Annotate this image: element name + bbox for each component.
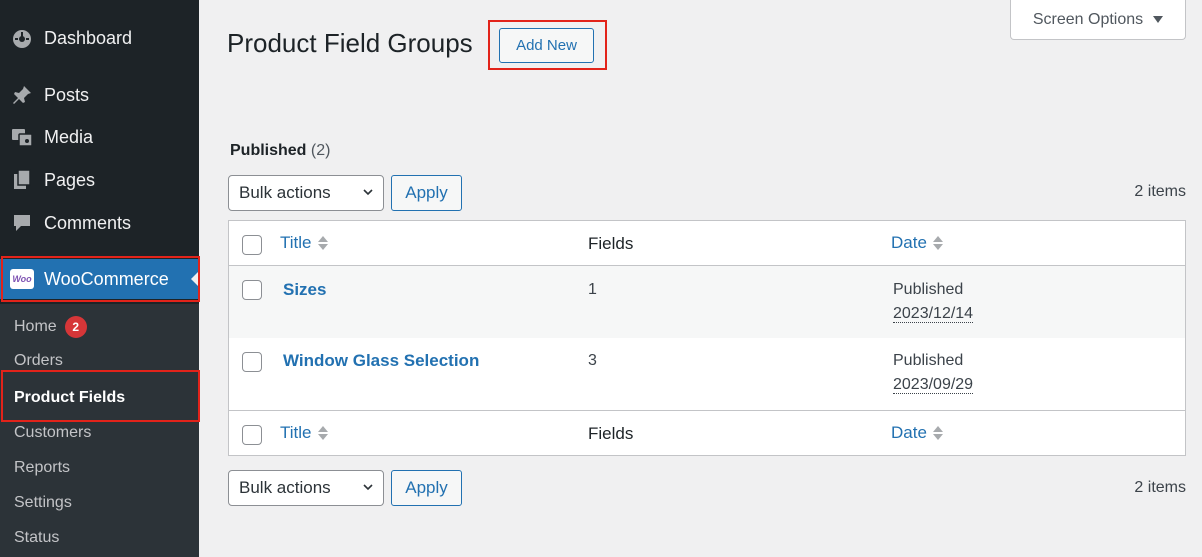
bulk-actions-select-top[interactable]: Bulk actions xyxy=(228,175,384,211)
menu-label-posts: Posts xyxy=(44,84,90,105)
add-new-button[interactable]: Add New xyxy=(499,28,594,63)
submenu-item-settings[interactable]: Settings xyxy=(14,494,72,512)
bulk-actions-select-bottom[interactable]: Bulk actions xyxy=(228,470,384,506)
table-footer-row: Title Fields Date xyxy=(229,410,1185,455)
caret-down-icon xyxy=(1153,16,1164,23)
row-title-link[interactable]: Window Glass Selection xyxy=(283,351,479,371)
chevron-down-icon xyxy=(363,189,373,196)
menu-item-comments[interactable]: Comments xyxy=(0,203,199,243)
column-header-title[interactable]: Title xyxy=(280,233,328,253)
sort-icon xyxy=(932,426,943,440)
menu-label-dashboard: Dashboard xyxy=(44,27,133,48)
menu-label-comments: Comments xyxy=(44,212,132,233)
column-header-fields: Fields xyxy=(588,234,634,253)
media-icon xyxy=(10,125,34,149)
pages-icon xyxy=(10,168,34,192)
submenu-item-orders[interactable]: Orders xyxy=(14,352,63,370)
menu-item-woocommerce[interactable]: Woo WooCommerce xyxy=(0,259,199,299)
menu-item-media[interactable]: Media xyxy=(0,117,199,157)
select-all-checkbox[interactable] xyxy=(242,235,262,255)
menu-item-dashboard[interactable]: Dashboard xyxy=(0,18,199,58)
submenu-item-status[interactable]: Status xyxy=(14,529,59,547)
screen-options-button[interactable]: Screen Options xyxy=(1010,0,1186,40)
apply-button-bottom[interactable]: Apply xyxy=(391,470,462,506)
submenu-item-home[interactable]: Home 2 xyxy=(14,316,87,338)
row-fields-count: 3 xyxy=(588,352,597,369)
row-title-link[interactable]: Sizes xyxy=(283,280,326,300)
menu-item-posts[interactable]: Posts xyxy=(0,75,199,115)
submenu-item-product-fields[interactable]: Product Fields xyxy=(14,389,125,407)
menu-label-pages: Pages xyxy=(44,169,96,190)
column-footer-date[interactable]: Date xyxy=(891,423,943,443)
page-title: Product Field Groups xyxy=(227,28,473,58)
menu-item-pages[interactable]: Pages xyxy=(0,160,199,200)
field-groups-table: Title Fields Date Sizes 1 Published 2023… xyxy=(228,220,1186,456)
published-label: Published xyxy=(230,142,307,159)
chevron-down-icon xyxy=(363,484,373,491)
row-date: Published 2023/12/14 xyxy=(893,281,974,323)
woocommerce-logo-icon: Woo xyxy=(10,267,34,291)
published-count: (2) xyxy=(310,142,331,159)
screen-options-label: Screen Options xyxy=(1032,10,1144,28)
select-all-checkbox-footer[interactable] xyxy=(242,425,262,445)
row-checkbox[interactable] xyxy=(242,280,262,300)
status-filter-published[interactable]: Published (2) xyxy=(230,142,330,160)
table-header-row: Title Fields Date xyxy=(229,221,1185,266)
sort-icon xyxy=(932,236,943,250)
sort-icon xyxy=(317,426,328,440)
column-footer-fields: Fields xyxy=(588,424,634,443)
menu-label-woocommerce: WooCommerce xyxy=(44,268,169,289)
notification-badge: 2 xyxy=(64,316,87,338)
admin-sidebar: Dashboard Posts Media Pages Comments Woo… xyxy=(0,0,199,557)
submenu-item-reports[interactable]: Reports xyxy=(14,459,70,477)
column-header-date[interactable]: Date xyxy=(891,233,943,253)
table-row: Sizes 1 Published 2023/12/14 xyxy=(229,266,1185,338)
comment-icon xyxy=(10,211,34,235)
dashboard-icon xyxy=(10,26,34,50)
table-row: Window Glass Selection 3 Published 2023/… xyxy=(229,338,1185,410)
active-menu-arrow-icon xyxy=(191,271,199,287)
pin-icon xyxy=(10,83,34,107)
row-checkbox[interactable] xyxy=(242,352,262,372)
sort-icon xyxy=(317,236,328,250)
apply-button-top[interactable]: Apply xyxy=(391,175,462,211)
menu-label-media: Media xyxy=(44,126,94,147)
submenu-item-customers[interactable]: Customers xyxy=(14,424,91,442)
column-footer-title[interactable]: Title xyxy=(280,423,328,443)
items-count-top: 2 items xyxy=(1134,183,1186,200)
items-count-bottom: 2 items xyxy=(1134,479,1186,496)
row-date: Published 2023/09/29 xyxy=(893,352,974,394)
row-fields-count: 1 xyxy=(588,281,597,298)
